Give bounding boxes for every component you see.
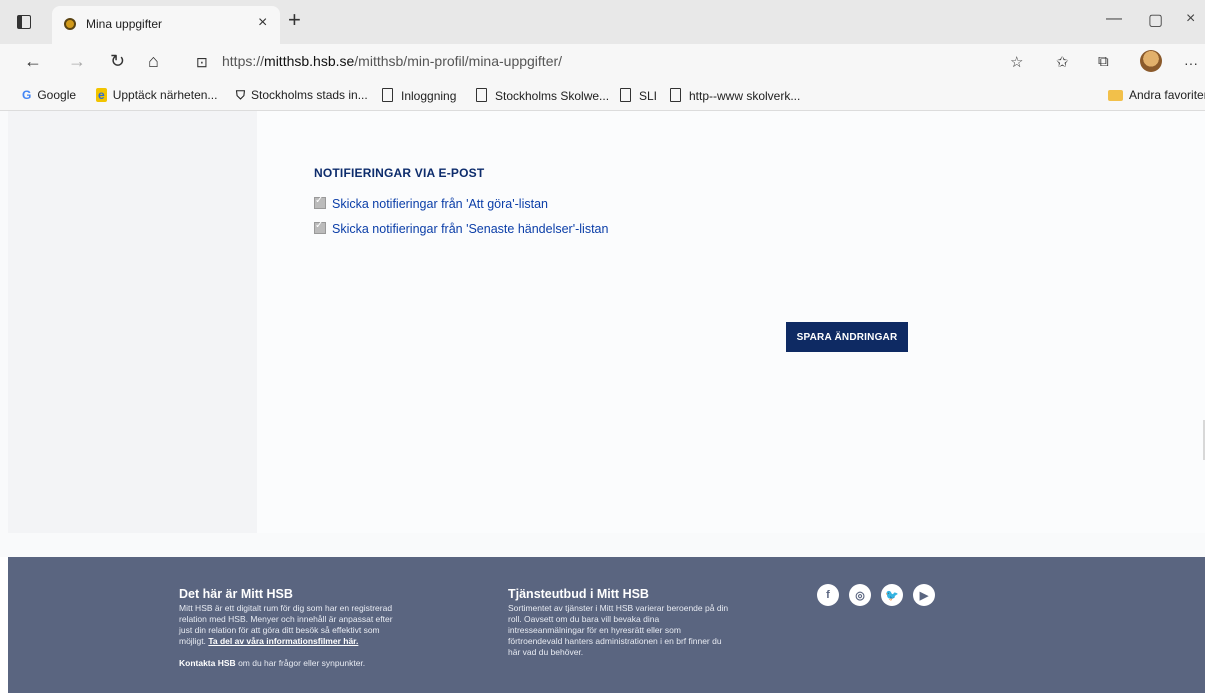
url-field[interactable]: https://mitthsb.hsb.se/mitthsb/min-profi… <box>222 53 562 69</box>
footer-col2-line: här vad du behöver. <box>508 647 584 657</box>
browser-tab[interactable]: Mina uppgifter × <box>52 6 280 44</box>
notify-events-checkbox[interactable] <box>314 220 326 234</box>
info-films-link[interactable]: Ta del av våra informationsfilmer här. <box>208 636 358 646</box>
bookmark-label: SLI <box>639 89 658 103</box>
browser-tab-bar: Mina uppgifter × + — ▢ × <box>0 0 1205 44</box>
url-prefix: https:// <box>222 53 265 69</box>
bookmark-google[interactable]: G Google <box>22 88 76 102</box>
footer-col2-line: roll. Oavsett om du bara vill bevaka din… <box>508 614 660 624</box>
bookmark-label: Inloggning <box>401 89 457 103</box>
site-info-icon[interactable]: ⊡ <box>196 54 208 71</box>
footer-col2-title: Tjänsteutbud i Mitt HSB <box>508 587 649 601</box>
close-window-icon[interactable]: × <box>1186 10 1195 28</box>
tab-close-icon[interactable]: × <box>258 14 267 32</box>
footer-col2-line: intresseanmälningar för en hyresrätt ell… <box>508 625 681 635</box>
footer-col2-line: Sortimentet av tjänster i Mitt HSB varie… <box>508 603 729 613</box>
contact-hsb-link[interactable]: Kontakta HSB <box>179 658 236 668</box>
refresh-icon[interactable]: ↻ <box>110 51 125 72</box>
document-icon <box>382 88 393 102</box>
google-icon: G <box>22 88 32 102</box>
footer-col1-line: Mitt HSB är ett digitalt rum för dig som… <box>179 603 393 613</box>
footer-col1-line: möjligt. Ta del av våra informationsfilm… <box>179 636 393 647</box>
bookmark-stockholms-stad[interactable]: ⛉ Stockholms stads in... <box>236 88 368 103</box>
other-favorites-label: Andra favoriter <box>1129 88 1205 102</box>
footer-col1-line: just din relation för att göra ditt besö… <box>179 625 380 635</box>
footer-col1-text-end: möjligt. <box>179 636 206 646</box>
bookmark-label: Google <box>37 88 77 102</box>
bookmark-label: Upptäck närheten... <box>112 88 218 102</box>
address-bar-row: ← → ↻ ⌂ ⊡ https://mitthsb.hsb.se/mitthsb… <box>0 44 1205 82</box>
twitter-icon[interactable]: 🐦 <box>881 584 903 606</box>
forward-icon: → <box>68 51 86 71</box>
bookmark-label: http--www skolverk... <box>689 89 801 103</box>
tab-actions-icon[interactable] <box>16 14 32 30</box>
add-favorite-icon[interactable]: ☆ <box>1010 53 1023 71</box>
notify-todo-label: Skicka notifieringar från 'Att göra'-lis… <box>332 197 548 211</box>
document-icon <box>620 88 631 102</box>
bookmark-upptack[interactable]: e Upptäck närheten... <box>96 88 217 102</box>
home-icon[interactable]: ⌂ <box>148 51 159 72</box>
bookmark-skolverket[interactable]: http--www skolverk... <box>670 88 800 103</box>
favorites-icon[interactable]: ✩ <box>1056 53 1069 71</box>
footer-col2-text: Sortimentet av tjänster i Mitt HSB varie… <box>508 603 728 658</box>
notify-todo-checkbox[interactable] <box>314 195 326 209</box>
footer-col1-line: relation med HSB. Menyer och innehåll är… <box>179 614 393 624</box>
more-icon[interactable]: ··· <box>1184 55 1198 71</box>
notify-todo-option[interactable]: Skicka notifieringar från 'Att göra'-lis… <box>314 195 548 211</box>
bookmark-label: Stockholms stads in... <box>251 88 368 102</box>
shield-icon: ⛉ <box>236 88 246 102</box>
other-favorites[interactable]: Andra favoriter <box>1108 88 1205 102</box>
folder-icon <box>1108 90 1123 101</box>
footer-col2-line: förtroendevald hanters administrationen … <box>508 636 722 646</box>
bookmarks-bar: G Google e Upptäck närheten... ⛉ Stockholms… <box>0 82 1205 111</box>
new-tab-button[interactable]: + <box>288 7 301 33</box>
profile-avatar[interactable] <box>1140 50 1162 72</box>
facebook-icon[interactable]: f <box>817 584 839 606</box>
collections-icon[interactable]: ⧉ <box>1098 53 1109 70</box>
url-path: /mitthsb/min-profil/mina-uppgifter/ <box>354 53 563 69</box>
document-icon <box>670 88 681 102</box>
footer-col1-text: Mitt HSB är ett digitalt rum för dig som… <box>179 603 393 669</box>
back-icon[interactable]: ← <box>24 51 42 72</box>
youtube-icon[interactable]: ▶ <box>913 584 935 606</box>
profile-sidebar <box>8 111 257 533</box>
upptack-icon: e <box>96 88 107 102</box>
url-host: mitthsb.hsb.se <box>264 53 355 69</box>
tab-title: Mina uppgifter <box>86 17 163 31</box>
maximize-icon[interactable]: ▢ <box>1148 10 1163 30</box>
notify-events-label: Skicka notifieringar från 'Senaste hände… <box>332 222 609 236</box>
footer-col1-title: Det här är Mitt HSB <box>179 587 293 601</box>
contact-text: om du har frågor eller synpunkter. <box>238 658 366 668</box>
notifications-heading: NOTIFIERINGAR VIA E-POST <box>314 166 485 180</box>
bookmark-skolwebb[interactable]: Stockholms Skolwe... <box>476 88 609 103</box>
bookmark-label: Stockholms Skolwe... <box>495 89 610 103</box>
hsb-favicon-icon <box>64 18 76 30</box>
bookmark-inloggning[interactable]: Inloggning <box>382 88 456 103</box>
save-changes-button[interactable]: SPARA ÄNDRINGAR <box>786 322 908 352</box>
notify-events-option[interactable]: Skicka notifieringar från 'Senaste hände… <box>314 220 609 236</box>
document-icon <box>476 88 487 102</box>
footer-contact-line: Kontakta HSB om du har frågor eller synp… <box>179 658 393 669</box>
instagram-icon[interactable]: ◎ <box>849 584 871 606</box>
bookmark-sli[interactable]: SLI <box>620 88 657 103</box>
minimize-icon[interactable]: — <box>1106 10 1122 28</box>
